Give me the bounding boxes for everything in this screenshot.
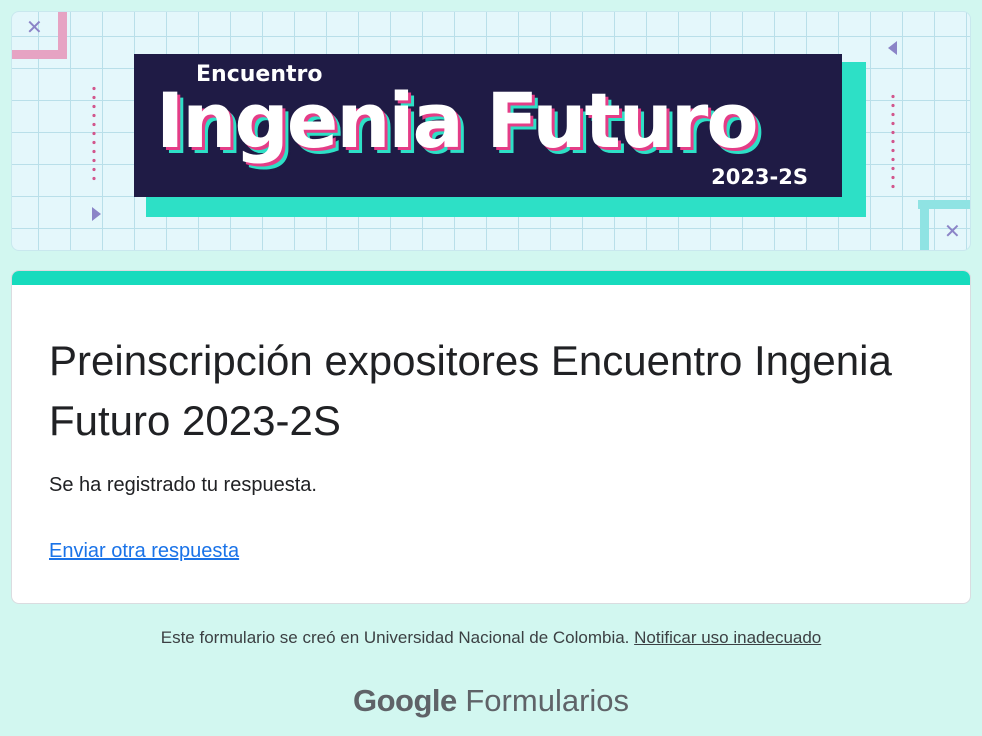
footer-note: Este formulario se creó en Universidad N… [0, 628, 982, 648]
cross-icon: ✕ [944, 221, 961, 243]
google-forms-logo[interactable]: Google Formularios [0, 683, 982, 719]
brand-product-text: Formularios [465, 683, 630, 718]
cross-icon: ✕ [26, 17, 43, 39]
report-abuse-link[interactable]: Notificar uso inadecuado [634, 628, 821, 647]
form-title: Preinscripción expositores Encuentro Ing… [49, 337, 892, 444]
confirmation-message: Se ha registrado tu respuesta. [49, 474, 317, 496]
logo-year: 2023-2S [711, 165, 808, 189]
submit-another-response-link[interactable]: Enviar otra respuesta [49, 540, 239, 563]
confirmation-card: Preinscripción expositores Encuentro Ing… [11, 270, 971, 604]
brand-google-text: Google [352, 683, 457, 718]
dotted-line-decoration [92, 84, 96, 184]
footer-created-text: Este formulario se creó en Universidad N… [160, 628, 630, 647]
triangle-icon [92, 207, 101, 221]
header-banner: ✕ Encuentro Ingenia Futuro 2023-2S ✕ [11, 11, 971, 251]
logo-title: Ingenia Futuro [156, 76, 759, 165]
corner-decoration [58, 12, 67, 59]
corner-decoration [920, 200, 929, 250]
card-accent-bar [12, 271, 970, 285]
dotted-line-decoration [891, 92, 895, 192]
event-logo: Encuentro Ingenia Futuro 2023-2S [134, 54, 842, 197]
triangle-icon [888, 41, 897, 55]
